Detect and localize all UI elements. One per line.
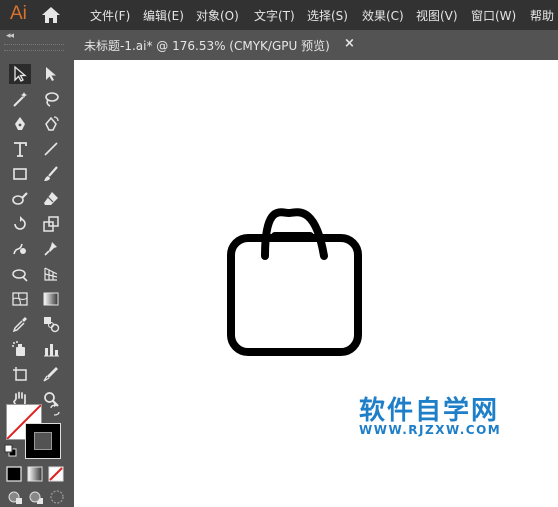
- shopping-bag-icon[interactable]: [74, 60, 558, 507]
- menu-window[interactable]: 窗口(W): [471, 7, 516, 24]
- puppet-warp-icon[interactable]: [40, 239, 62, 259]
- eyedropper-icon[interactable]: [9, 314, 31, 334]
- mesh-tool-icon[interactable]: [9, 289, 31, 309]
- lasso-icon[interactable]: [40, 89, 62, 109]
- shaper-tool-icon[interactable]: [9, 189, 31, 209]
- scale-tool-icon[interactable]: [40, 214, 62, 234]
- direct-selection-tool-icon[interactable]: [40, 64, 62, 84]
- watermark-title: 软件自学网: [359, 396, 500, 426]
- watermark-url: WWW.RJZXW.COM: [359, 423, 502, 437]
- menu-effect[interactable]: 效果(C): [362, 7, 404, 24]
- menu-view[interactable]: 视图(V): [416, 7, 458, 24]
- menu-edit[interactable]: 编辑(E): [143, 7, 184, 24]
- stroke-color-swatch[interactable]: [25, 423, 61, 459]
- panel-grip[interactable]: [4, 44, 64, 51]
- artboard-tool-icon[interactable]: [9, 364, 31, 384]
- gradient-tool-icon[interactable]: [40, 289, 62, 309]
- shape-builder-icon[interactable]: [9, 264, 31, 284]
- document-tab-title: 未标题-1.ai* @ 176.53% (CMYK/GPU 预览): [84, 39, 330, 53]
- knife-tool-icon[interactable]: [40, 364, 62, 384]
- collapse-panel-icon[interactable]: ◂◂: [6, 31, 14, 41]
- menu-select[interactable]: 选择(S): [307, 7, 348, 24]
- paintbrush-icon[interactable]: [40, 164, 62, 184]
- gradient-mode-icon[interactable]: [27, 466, 43, 482]
- type-tool-icon[interactable]: [9, 139, 31, 159]
- menu-help[interactable]: 帮助: [530, 7, 554, 24]
- rectangle-tool-icon[interactable]: [9, 164, 31, 184]
- line-tool-icon[interactable]: [40, 139, 62, 159]
- blend-tool-icon[interactable]: [40, 314, 62, 334]
- warp-tool-icon[interactable]: [9, 239, 31, 259]
- pen-tool-icon[interactable]: [9, 114, 31, 134]
- document-tab[interactable]: 未标题-1.ai* @ 176.53% (CMYK/GPU 预览) ×: [74, 30, 361, 60]
- menu-type[interactable]: 文字(T): [254, 7, 295, 24]
- eraser-icon[interactable]: [40, 189, 62, 209]
- symbol-sprayer-icon[interactable]: [9, 339, 31, 359]
- swap-colors-icon[interactable]: [48, 402, 62, 417]
- perspective-grid-icon[interactable]: [40, 264, 62, 284]
- menu-object[interactable]: 对象(O): [196, 7, 239, 24]
- color-mode-icon[interactable]: [6, 466, 22, 482]
- selection-tool-icon[interactable]: [9, 64, 31, 84]
- artboard-canvas[interactable]: 软件自学网 WWW.RJZXW.COM: [74, 60, 558, 507]
- default-colors-icon[interactable]: [4, 444, 18, 458]
- draw-normal-icon[interactable]: [6, 488, 24, 506]
- app-logo: Ai: [10, 3, 27, 24]
- close-icon[interactable]: ×: [344, 36, 355, 51]
- draw-behind-icon[interactable]: [27, 488, 45, 506]
- none-mode-icon[interactable]: [48, 466, 64, 482]
- stroke-inner: [34, 432, 52, 450]
- menu-file[interactable]: 文件(F): [90, 7, 130, 24]
- column-graph-icon[interactable]: [40, 339, 62, 359]
- magic-wand-icon[interactable]: [9, 89, 31, 109]
- rotate-tool-icon[interactable]: [9, 214, 31, 234]
- curvature-tool-icon[interactable]: [40, 114, 62, 134]
- menu-bar: Ai 文件(F) 编辑(E) 对象(O) 文字(T) 选择(S) 效果(C) 视…: [0, 0, 558, 30]
- home-icon[interactable]: [40, 5, 62, 25]
- draw-inside-icon[interactable]: [48, 488, 66, 506]
